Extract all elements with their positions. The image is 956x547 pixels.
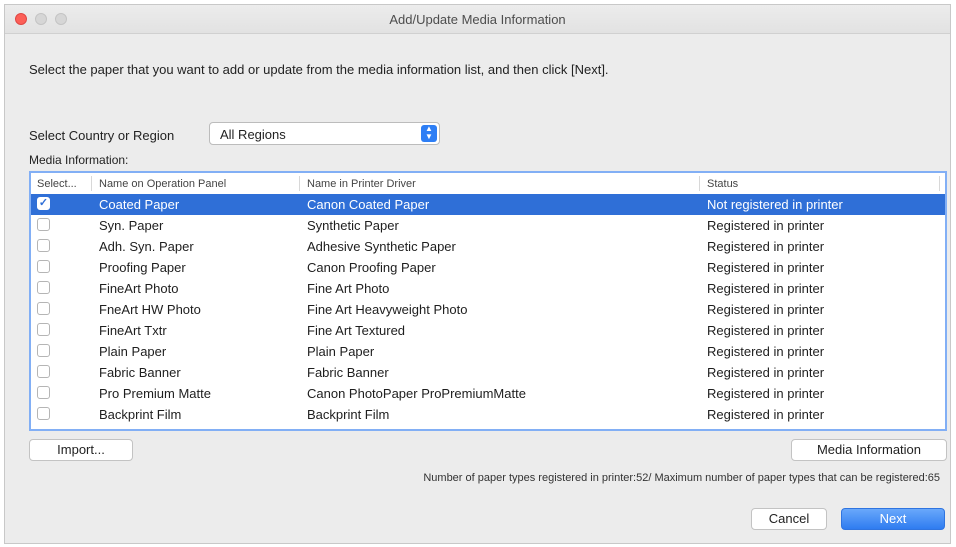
driver-name-cell: Adhesive Synthetic Paper [307,239,456,254]
driver-name-cell: Fine Art Heavyweight Photo [307,302,468,317]
table-row[interactable]: Adh. Syn. Paper Adhesive Synthetic Paper R… [31,236,945,257]
status-cell: Registered in printer [707,218,825,233]
row-checkbox[interactable] [37,302,50,315]
region-select[interactable]: All Regions ▲ ▼ [209,122,440,145]
driver-name-cell: Canon Proofing Paper [307,260,436,275]
panel-name-cell: Adh. Syn. Paper [99,239,194,254]
driver-name-cell: Fine Art Textured [307,323,406,338]
panel-name-cell: Fabric Banner [99,365,181,380]
import-button[interactable]: Import... [29,439,133,461]
panel-name-cell: Syn. Paper [99,218,164,233]
table-row[interactable]: ✓ Coated Paper Canon Coated Paper Not regis… [31,194,945,215]
status-cell: Registered in printer [707,302,825,317]
panel-name-cell: Pro Premium Matte [99,386,211,401]
table-row[interactable]: Pro Premium Matte Canon PhotoPaper ProPre… [31,383,945,404]
driver-name-cell: Fine Art Photo [307,281,390,296]
table-row[interactable]: FneArt HW Photo Fine Art Heavyweight Phot… [31,299,945,320]
panel-name-cell: Backprint Film [99,407,182,422]
driver-name-cell: Synthetic Paper [307,218,399,233]
chevron-updown-icon: ▲ ▼ [421,125,437,142]
table-row[interactable]: FineArt Photo Fine Art Photo Registered in… [31,278,945,299]
row-checkbox[interactable] [37,239,50,252]
table-header: Select... Name on Operation Panel Name i… [31,173,945,195]
status-cell: Not registered in printer [707,197,843,212]
status-cell: Registered in printer [707,344,825,359]
row-checkbox[interactable] [37,344,50,357]
panel-name-cell: FneArt HW Photo [99,302,201,317]
next-button[interactable]: Next [841,508,945,530]
cancel-button[interactable]: Cancel [751,508,827,530]
row-checkbox[interactable] [37,218,50,231]
driver-name-cell: Fabric Banner [307,365,389,380]
table-row[interactable]: Fabric Banner Fabric Banner Registered in … [31,362,945,383]
table-row[interactable]: Proofing Paper Canon Proofing Paper Regist… [31,257,945,278]
registration-count-text: Number of paper types registered in prin… [423,472,940,484]
media-information-label: Media Information: [29,153,129,167]
region-label: Select Country or Region [29,128,175,143]
dialog-window: Add/Update Media Information Select the … [4,4,951,544]
row-checkbox[interactable] [37,281,50,294]
panel-name-cell: Proofing Paper [99,260,186,275]
row-checkbox[interactable]: ✓ [37,197,50,210]
instruction-text: Select the paper that you want to add or… [29,62,609,77]
row-checkbox[interactable] [37,386,50,399]
window-title: Add/Update Media Information [389,12,566,27]
table-row[interactable]: Backprint Film Backprint Film Registered i… [31,404,945,425]
row-checkbox[interactable] [37,260,50,273]
driver-name-cell: Backprint Film [307,407,390,422]
table-row[interactable]: FineArt Txtr Fine Art Textured Registered … [31,320,945,341]
status-cell: Registered in printer [707,365,825,380]
row-checkbox[interactable] [37,407,50,420]
driver-name-cell: Canon PhotoPaper ProPremiumMatte [307,386,526,401]
panel-name-cell: Coated Paper [99,197,180,212]
status-cell: Registered in printer [707,323,825,338]
status-cell: Registered in printer [707,260,825,275]
status-cell: Registered in printer [707,407,825,422]
table-row[interactable]: Plain Paper Plain Paper Registered in prin… [31,341,945,362]
status-cell: Registered in printer [707,281,825,296]
region-select-value: All Regions [220,127,286,142]
driver-name-cell: Canon Coated Paper [307,197,430,212]
column-header-select[interactable]: Select... [37,178,77,190]
column-header-panel-name[interactable]: Name on Operation Panel [99,178,226,190]
status-cell: Registered in printer [707,239,825,254]
row-checkbox[interactable] [37,365,50,378]
column-header-status[interactable]: Status [707,178,738,190]
panel-name-cell: FineArt Photo [99,281,179,296]
column-header-driver-name[interactable]: Name in Printer Driver [307,178,416,190]
title-bar: Add/Update Media Information [5,5,950,34]
media-table[interactable]: Select... Name on Operation Panel Name i… [29,171,947,431]
status-cell: Registered in printer [707,386,825,401]
row-checkbox[interactable] [37,323,50,336]
panel-name-cell: Plain Paper [99,344,167,359]
table-row[interactable]: Syn. Paper Synthetic Paper Registered in p… [31,215,945,236]
media-information-button[interactable]: Media Information [791,439,947,461]
panel-name-cell: FineArt Txtr [99,323,167,338]
driver-name-cell: Plain Paper [307,344,375,359]
